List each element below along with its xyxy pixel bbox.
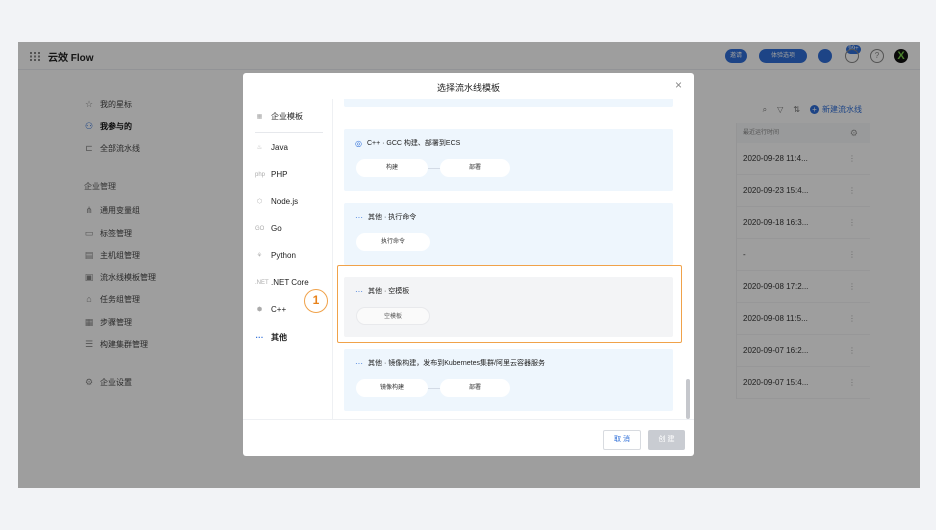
template-title: ··· 其他 · 镜像构建，发布到Kubernetes集群/阿里云容器服务	[355, 358, 545, 368]
more-icon: ···	[355, 358, 363, 368]
annotation-highlight-box	[337, 265, 682, 343]
category-divider	[255, 132, 323, 133]
category-label: 企业模板	[271, 112, 303, 121]
category-label: Node.js	[271, 197, 299, 206]
step-pill: 构建	[356, 159, 428, 177]
template-title: ··· 其他 · 执行命令	[355, 212, 416, 222]
enterprise-icon: ▦	[256, 114, 263, 120]
go-icon: GO	[255, 225, 265, 232]
close-icon[interactable]: ×	[675, 79, 682, 91]
step-pill: 部署	[440, 379, 510, 397]
java-icon: ♨	[256, 145, 263, 151]
dialog-footer: 取 消 创 建	[243, 419, 694, 456]
category-item-nodejs[interactable]: ⬡ Node.js	[255, 197, 298, 206]
step-pill: 执行命令	[356, 233, 430, 251]
template-category-list: ▦ 企业模板 ♨ Java php PHP ⬡ Node.js GO Go ⚘ …	[243, 99, 333, 419]
template-card-exec-command[interactable]: ··· 其他 · 执行命令 执行命令	[344, 203, 673, 265]
category-label: C++	[271, 305, 287, 314]
cpp-icon: ◎	[355, 138, 362, 148]
dialog-title: 选择流水线模板	[436, 83, 500, 93]
category-item-dotnet[interactable]: .NET .NET Core	[255, 278, 309, 287]
template-title-text: 其他 · 镜像构建，发布到Kubernetes集群/阿里云容器服务	[368, 360, 545, 367]
template-card[interactable]	[344, 99, 673, 107]
template-list-scrollbar[interactable]	[686, 379, 690, 419]
category-item-php[interactable]: php PHP	[255, 170, 287, 179]
template-list: ◎ C++ · GCC 构建、部署到ECS 构建 部署 ··· 其他 · 执行命…	[333, 99, 693, 419]
category-item-enterprise[interactable]: ▦ 企业模板	[255, 111, 303, 122]
template-card-image-build[interactable]: ··· 其他 · 镜像构建，发布到Kubernetes集群/阿里云容器服务 镜像…	[344, 349, 673, 411]
create-button[interactable]: 创 建	[648, 430, 685, 450]
category-item-other[interactable]: ··· 其他	[255, 332, 288, 343]
template-title-text: C++ · GCC 构建、部署到ECS	[366, 140, 461, 147]
category-label: .NET Core	[271, 278, 309, 287]
annotation-number-badge: 1	[304, 289, 328, 313]
template-card-cpp-gcc[interactable]: ◎ C++ · GCC 构建、部署到ECS 构建 部署	[344, 129, 673, 191]
category-item-java[interactable]: ♨ Java	[255, 143, 288, 152]
python-icon: ⚘	[256, 253, 263, 259]
nodejs-icon: ⬡	[256, 199, 263, 205]
category-label: Python	[271, 251, 296, 260]
template-title-text: 其他 · 执行命令	[368, 214, 417, 221]
category-label: 其他	[271, 333, 287, 342]
step-pill: 部署	[440, 159, 510, 177]
more-icon: ···	[355, 212, 363, 222]
category-item-go[interactable]: GO Go	[255, 224, 282, 233]
category-item-python[interactable]: ⚘ Python	[255, 251, 296, 260]
category-label: PHP	[271, 170, 288, 179]
category-label: Go	[271, 224, 282, 233]
more-icon: ···	[255, 333, 264, 342]
php-icon: php	[255, 171, 266, 178]
cpp-icon: ⬢	[256, 307, 263, 313]
category-item-cpp[interactable]: ⬢ C++	[255, 305, 286, 314]
dotnet-icon: .NET	[255, 279, 269, 286]
category-label: Java	[271, 143, 288, 152]
template-title: ◎ C++ · GCC 构建、部署到ECS	[355, 138, 460, 148]
step-pill: 镜像构建	[356, 379, 428, 397]
cancel-button[interactable]: 取 消	[603, 430, 641, 450]
